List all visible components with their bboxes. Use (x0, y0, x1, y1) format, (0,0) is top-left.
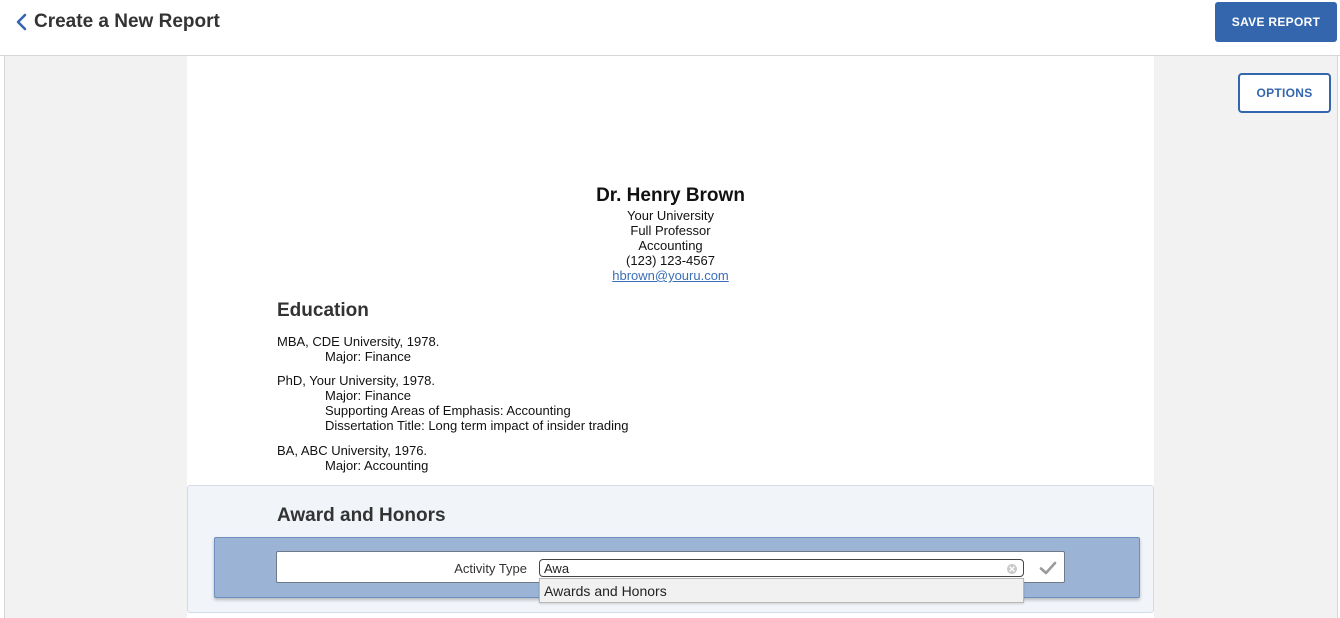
education-detail: Major: Finance (325, 349, 411, 364)
profile-rank: Full Professor (630, 223, 711, 238)
awards-heading: Award and Honors (277, 505, 446, 526)
education-detail: Supporting Areas of Emphasis: Accounting (325, 403, 571, 418)
top-bar: Create a New Report SAVE REPORT (0, 0, 1340, 56)
profile-department: Accounting (638, 238, 703, 253)
autocomplete-dropdown: Awards and Honors (539, 578, 1024, 603)
page-title: Create a New Report (34, 11, 220, 32)
profile-name: Dr. Henry Brown (596, 185, 745, 206)
save-report-button[interactable]: SAVE REPORT (1215, 2, 1337, 42)
education-detail: Major: Finance (325, 388, 411, 403)
education-degree: BA, ABC University, 1976. (277, 443, 428, 458)
profile-header: Dr. Henry Brown Your University Full Pro… (187, 184, 1154, 283)
education-entry: PhD, Your University, 1978. Major: Finan… (277, 373, 628, 433)
education-detail: Dissertation Title: Long term impact of … (325, 418, 629, 433)
autocomplete-option[interactable]: Awards and Honors (544, 583, 667, 599)
clear-icon[interactable] (1006, 562, 1018, 574)
activity-type-input[interactable] (539, 559, 1024, 577)
profile-phone: (123) 123-4567 (626, 253, 715, 268)
profile-university: Your University (627, 208, 714, 223)
activity-type-label: Activity Type (454, 561, 527, 576)
education-degree: PhD, Your University, 1978. (277, 373, 436, 388)
education-detail: Major: Accounting (325, 458, 429, 473)
options-button[interactable]: OPTIONS (1238, 73, 1331, 113)
education-entry: MBA, CDE University, 1978. Major: Financ… (277, 334, 439, 364)
chevron-left-icon[interactable] (12, 12, 32, 32)
check-icon[interactable] (1039, 560, 1057, 576)
education-entry: BA, ABC University, 1976. Major: Account… (277, 443, 428, 473)
profile-email-link[interactable]: hbrown@youru.com (612, 268, 729, 283)
education-degree: MBA, CDE University, 1978. (277, 334, 440, 349)
education-heading: Education (277, 300, 369, 321)
